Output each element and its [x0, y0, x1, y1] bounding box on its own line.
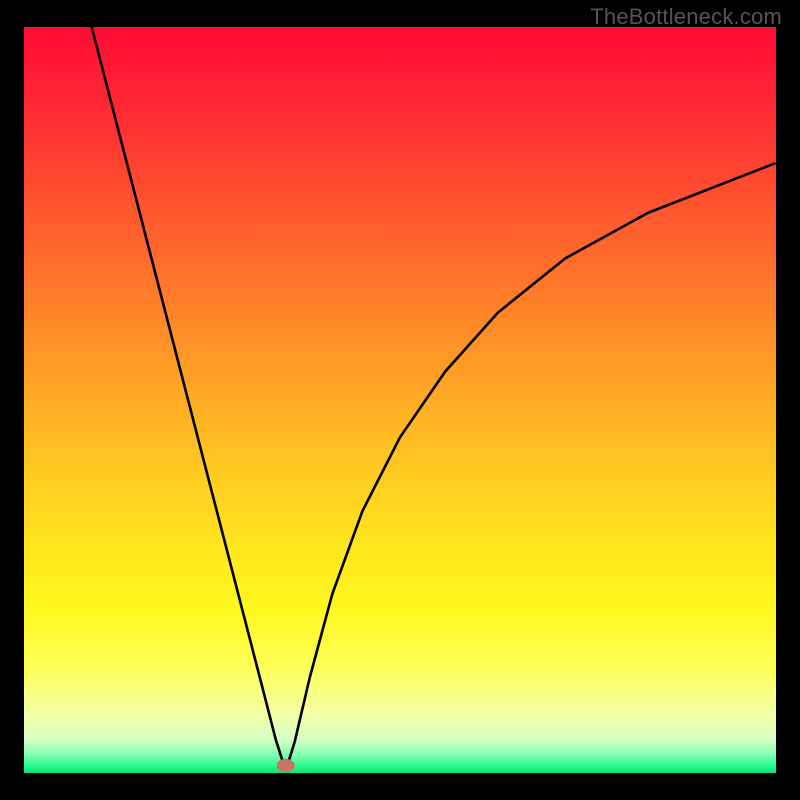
optimum-marker [277, 759, 295, 772]
chart-frame: TheBottleneck.com [0, 0, 800, 800]
bottleneck-chart [24, 27, 776, 773]
gradient-background [24, 27, 776, 773]
